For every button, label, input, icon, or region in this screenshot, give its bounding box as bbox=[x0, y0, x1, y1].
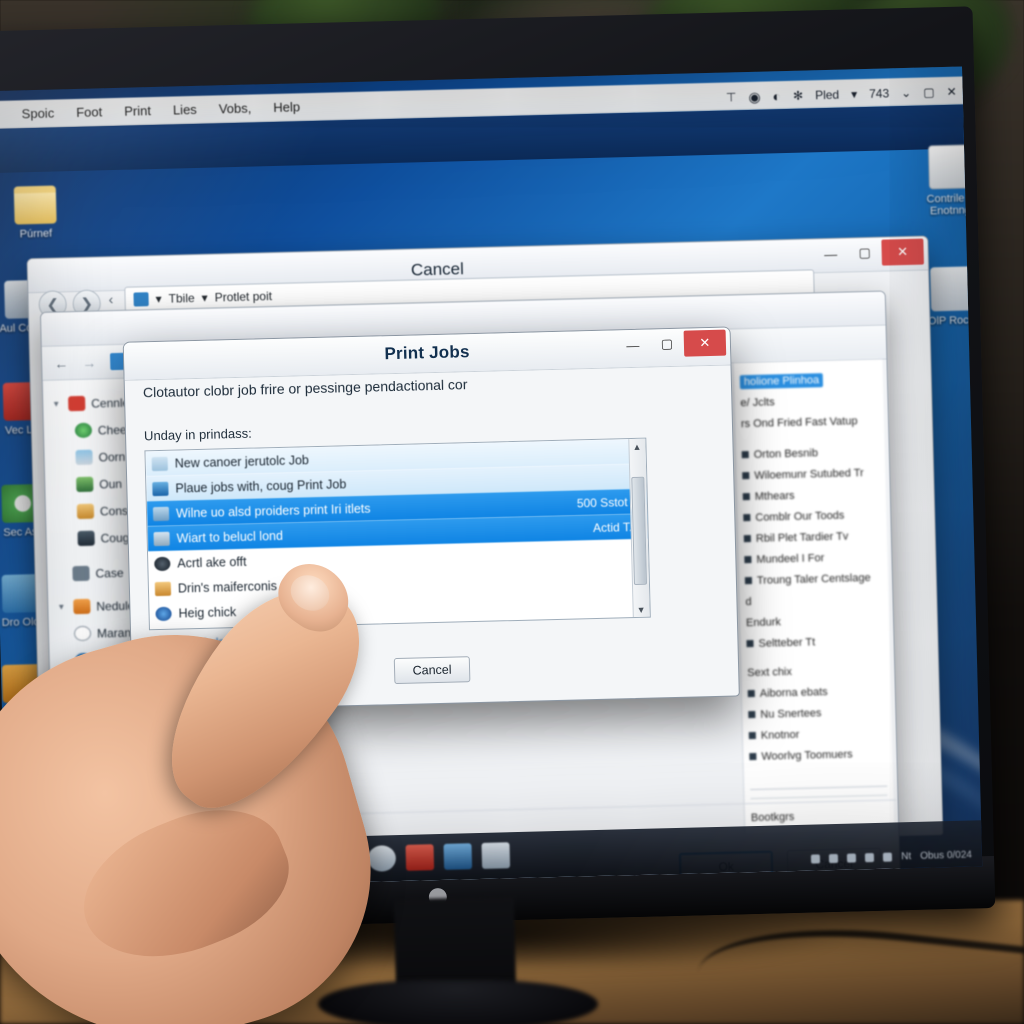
pointing-hand bbox=[0, 520, 500, 1024]
desktop-icon-purnef[interactable]: Púrnef bbox=[0, 185, 74, 241]
taskbar-clock[interactable]: Obus 0/024 bbox=[920, 850, 972, 862]
computer-icon bbox=[133, 292, 149, 307]
grid-icon bbox=[75, 449, 93, 466]
tray-icon[interactable] bbox=[883, 852, 893, 862]
details-row-label: Mundeel I For bbox=[756, 551, 825, 566]
bullet-icon bbox=[743, 514, 751, 522]
chevron-down-icon[interactable]: ▾ bbox=[201, 291, 207, 305]
details-row-label: Comblr Our Toods bbox=[755, 509, 845, 524]
scrollbar-thumb[interactable] bbox=[631, 476, 647, 586]
menu-item-spoic[interactable]: Spoic bbox=[21, 106, 54, 122]
bullet-icon bbox=[743, 535, 751, 543]
tree-item-label: Oun bbox=[99, 476, 123, 491]
details-row-label: d bbox=[745, 595, 752, 608]
details-row-label: Troung Taler Centslage bbox=[756, 571, 871, 587]
details-row-label: Orton Besnib bbox=[753, 446, 819, 461]
print-job-name: Wilne uo alsd proiders print Iri itlets bbox=[175, 501, 371, 521]
tray-icon[interactable] bbox=[829, 853, 839, 864]
details-row-label: Mthears bbox=[754, 489, 795, 503]
window-controls[interactable]: — ▢ ✕ bbox=[813, 238, 924, 268]
bullet-icon bbox=[741, 451, 749, 459]
details-row-label: Endurk bbox=[745, 615, 781, 629]
blue-printer-icon bbox=[152, 481, 169, 496]
tree-item-label: Oorn bbox=[98, 449, 126, 465]
details-pane[interactable]: holione Plinhoa e/ Jclts rs Ond Fried Fa… bbox=[732, 359, 895, 834]
minimize-button[interactable]: — bbox=[813, 240, 848, 267]
scroll-up-icon[interactable]: ▲ bbox=[629, 439, 644, 454]
job-list-scrollbar[interactable]: ▲ ▼ bbox=[628, 438, 650, 618]
up-icon[interactable]: ‹ bbox=[108, 291, 113, 307]
desktop-icon-label: Púrnef bbox=[19, 227, 53, 241]
maximize-button[interactable]: ▢ bbox=[650, 331, 685, 358]
breadcrumb-segment-1[interactable]: Tbile bbox=[168, 291, 194, 306]
globe-icon bbox=[74, 422, 93, 439]
breadcrumb-segment-2[interactable]: Protlet poit bbox=[214, 289, 272, 304]
close-button[interactable]: ✕ bbox=[881, 238, 924, 266]
asterisk-icon[interactable]: ✻ bbox=[793, 89, 803, 103]
tray-icon[interactable] bbox=[865, 853, 875, 863]
system-tray[interactable]: Nt Obus 0/024 bbox=[811, 850, 972, 865]
folder-icon bbox=[13, 185, 57, 225]
close-button[interactable]: ✕ bbox=[683, 329, 727, 357]
maximize-button[interactable]: ▢ bbox=[847, 240, 882, 267]
chevron-down-icon[interactable]: ▾ bbox=[851, 87, 857, 101]
details-row-label: Sext chix bbox=[747, 665, 793, 679]
photo-scene: Ele Spoic Foot Print Lies Vobs, Help ⊤ ◉… bbox=[0, 0, 1024, 1024]
bullet-icon bbox=[744, 577, 753, 585]
print-job-name: New canoer jerutolc Job bbox=[174, 452, 310, 471]
green-icon bbox=[76, 476, 94, 493]
job-icon bbox=[152, 506, 170, 521]
tree-item-label: Chee bbox=[97, 422, 127, 438]
clock-icon[interactable]: ◉ bbox=[748, 88, 761, 105]
tree-item-label: Cons bbox=[99, 503, 129, 518]
red-square-icon bbox=[68, 395, 86, 412]
printer-icon bbox=[151, 456, 168, 471]
menu-item-foot[interactable]: Foot bbox=[76, 104, 102, 120]
details-selected-label: holione Plinhoa bbox=[739, 372, 824, 389]
tray-text: Nt bbox=[901, 851, 912, 863]
details-row-label: Knotnor bbox=[760, 728, 800, 742]
bullet-icon bbox=[744, 556, 752, 564]
forward-icon[interactable]: → bbox=[82, 354, 96, 370]
tray-value: 743 bbox=[868, 86, 890, 101]
details-row-label: Rbil Plet Tardier Tv bbox=[755, 530, 849, 545]
bullet-icon bbox=[748, 710, 756, 719]
details-row-label: Nu Snertees bbox=[760, 706, 822, 721]
details-row-label: e/ Jclts bbox=[740, 395, 775, 409]
menu-item-vobs[interactable]: Vobs, bbox=[219, 101, 252, 117]
bullet-icon bbox=[749, 752, 757, 761]
dialog-window-controls[interactable]: — ▢ ✕ bbox=[616, 329, 727, 359]
person-icon bbox=[76, 503, 95, 520]
tray-icon[interactable] bbox=[811, 854, 821, 864]
print-job-name: Plaue jobs with, coug Print Job bbox=[175, 476, 347, 496]
chevron-down-icon[interactable]: ▾ bbox=[155, 292, 161, 306]
details-row-label: Wiloemunr Sutubed Tr bbox=[754, 466, 864, 482]
details-row-label: rs Ond Fried Fast Vatup bbox=[740, 414, 858, 430]
bullet-icon bbox=[747, 689, 755, 698]
circle-icon[interactable]: ◐ bbox=[772, 88, 781, 104]
tray-icon[interactable] bbox=[847, 853, 857, 863]
job-list-label: Unday in prindass: bbox=[143, 425, 252, 444]
tray-label: Pled bbox=[814, 87, 840, 103]
bullet-icon bbox=[742, 472, 750, 480]
back-icon[interactable]: ← bbox=[54, 355, 68, 371]
maximize-icon[interactable]: ▢ bbox=[923, 85, 935, 99]
menu-item-help[interactable]: Help bbox=[273, 99, 300, 115]
scroll-down-icon[interactable]: ▼ bbox=[633, 602, 648, 617]
details-row-label: Aiborna ebats bbox=[759, 685, 828, 700]
bullet-icon bbox=[742, 493, 750, 501]
close-icon[interactable]: ✕ bbox=[946, 85, 956, 99]
minimize-button[interactable]: — bbox=[616, 332, 651, 359]
details-row-label: Seltteber Tt bbox=[758, 635, 816, 650]
bullet-icon bbox=[748, 731, 756, 740]
details-row-label: Woorlvg Toomuers bbox=[761, 748, 853, 763]
chevron-down-icon[interactable]: ▼ bbox=[52, 399, 62, 408]
bullet-icon bbox=[746, 639, 754, 648]
floating-cancel-label: Cancel bbox=[410, 259, 465, 280]
minimize-icon[interactable]: ⌄ bbox=[901, 86, 911, 100]
menu-item-lies[interactable]: Lies bbox=[173, 102, 197, 118]
sort-icon[interactable]: ⊤ bbox=[726, 90, 737, 104]
menu-item-print[interactable]: Print bbox=[124, 103, 151, 119]
